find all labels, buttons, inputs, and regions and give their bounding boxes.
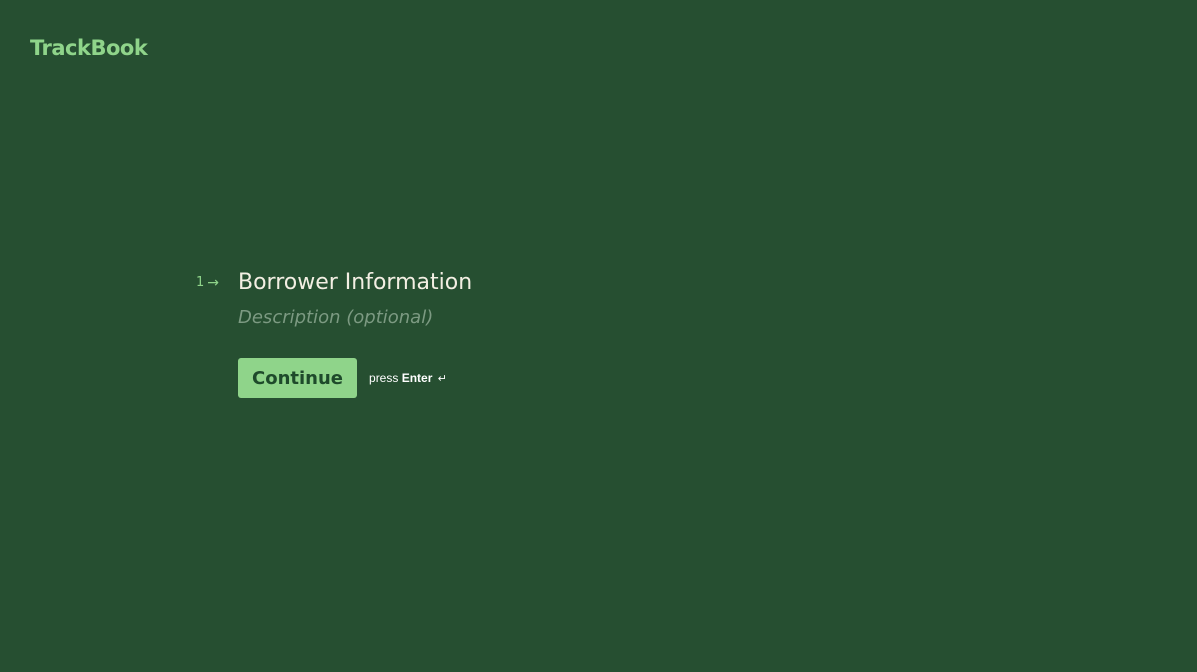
question-number-label: 1 [196,275,205,290]
description-field[interactable]: Description (optional) [238,307,472,328]
hint-prefix: press [369,371,399,385]
question-number: 1 → [196,275,238,291]
question-title: Borrower Information [238,270,473,295]
continue-button[interactable]: Continue [238,358,358,398]
enter-key-icon: ↵ [437,373,447,385]
keyboard-hint: press Enter ↵ [369,371,447,385]
form-page: TrackBook 1 → Borrower Information Descr… [0,0,1197,672]
hint-key: Enter [401,371,433,385]
question-actions: Continue press Enter ↵ [238,358,472,398]
brand-logo[interactable]: TrackBook [30,36,148,60]
question-header: 1 → Borrower Information [196,270,472,295]
arrow-right-icon: → [207,274,220,291]
question-block: 1 → Borrower Information Description (op… [196,270,472,398]
